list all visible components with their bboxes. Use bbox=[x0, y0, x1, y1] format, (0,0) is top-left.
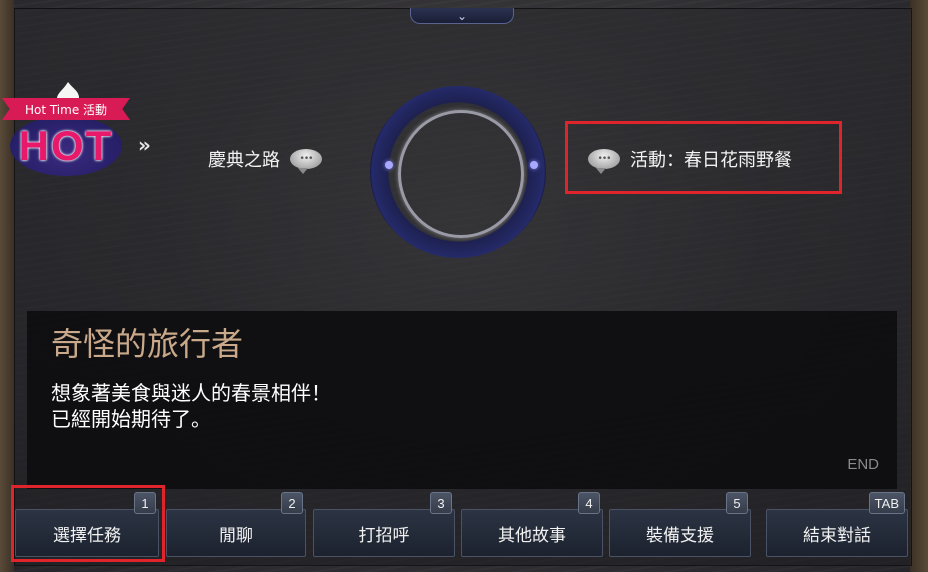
npc-portrait-inner-ring bbox=[398, 110, 524, 238]
button-label: 結束對話 bbox=[803, 525, 871, 546]
hot-time-ribbon: Hot Time 活動 bbox=[2, 98, 130, 120]
double-chevron-right-icon[interactable]: » bbox=[138, 133, 151, 157]
equipment-support-button[interactable]: 裝備支援 5 bbox=[609, 492, 751, 557]
speech-bubble-icon: ••• bbox=[290, 149, 322, 174]
npc-name: 奇怪的旅行者 bbox=[51, 325, 244, 363]
dialogue-line: 想象著美食與迷人的春景相伴！ bbox=[51, 381, 331, 405]
collapse-tab[interactable]: ⌄ bbox=[410, 8, 514, 24]
button-label: 打招呼 bbox=[358, 525, 410, 546]
hotkey-badge: 3 bbox=[430, 492, 452, 514]
button-label: 其他故事 bbox=[498, 525, 566, 546]
hotkey-badge: 5 bbox=[726, 492, 748, 514]
highlight-box-select-quest bbox=[11, 485, 165, 562]
dialogue-end-indicator: END bbox=[847, 456, 879, 473]
hotkey-badge: 4 bbox=[578, 492, 600, 514]
button-label: 裝備支援 bbox=[646, 525, 714, 546]
ring-right-dot-icon bbox=[530, 161, 538, 169]
button-label: 閒聊 bbox=[219, 525, 253, 546]
chat-button[interactable]: 閒聊 2 bbox=[166, 492, 306, 557]
ring-left-dot-icon bbox=[385, 161, 393, 169]
dialogue-line: 已經開始期待了。 bbox=[51, 407, 211, 431]
chevron-down-icon: ⌄ bbox=[456, 8, 468, 23]
option-label: 活動：春日花雨野餐 bbox=[630, 150, 792, 171]
speech-bubble-icon: ••• bbox=[588, 149, 620, 174]
end-conversation-button[interactable]: 結束對話 TAB bbox=[766, 492, 908, 557]
option-label: 慶典之路 bbox=[208, 150, 280, 171]
greet-button[interactable]: 打招呼 3 bbox=[313, 492, 455, 557]
option-spring-picnic-event[interactable]: ••• 活動：春日花雨野餐 bbox=[588, 146, 792, 174]
game-dialog-screen: ⌄ HOT Hot Time 活動 » 慶典之路 ••• ••• 活動：春日花雨… bbox=[0, 0, 928, 572]
other-stories-button[interactable]: 其他故事 4 bbox=[461, 492, 603, 557]
hot-time-event-logo[interactable]: HOT Hot Time 活動 bbox=[2, 80, 132, 180]
hot-logo-badge: HOT bbox=[10, 116, 122, 176]
dialogue-box[interactable]: 奇怪的旅行者 想象著美食與迷人的春景相伴！ 已經開始期待了。 END bbox=[27, 311, 897, 489]
hot-logo-text: HOT bbox=[18, 122, 114, 169]
hotkey-badge: 2 bbox=[281, 492, 303, 514]
hotkey-badge: TAB bbox=[868, 492, 905, 514]
background-wood-right bbox=[910, 0, 928, 572]
option-festival-road[interactable]: 慶典之路 ••• bbox=[208, 146, 322, 174]
